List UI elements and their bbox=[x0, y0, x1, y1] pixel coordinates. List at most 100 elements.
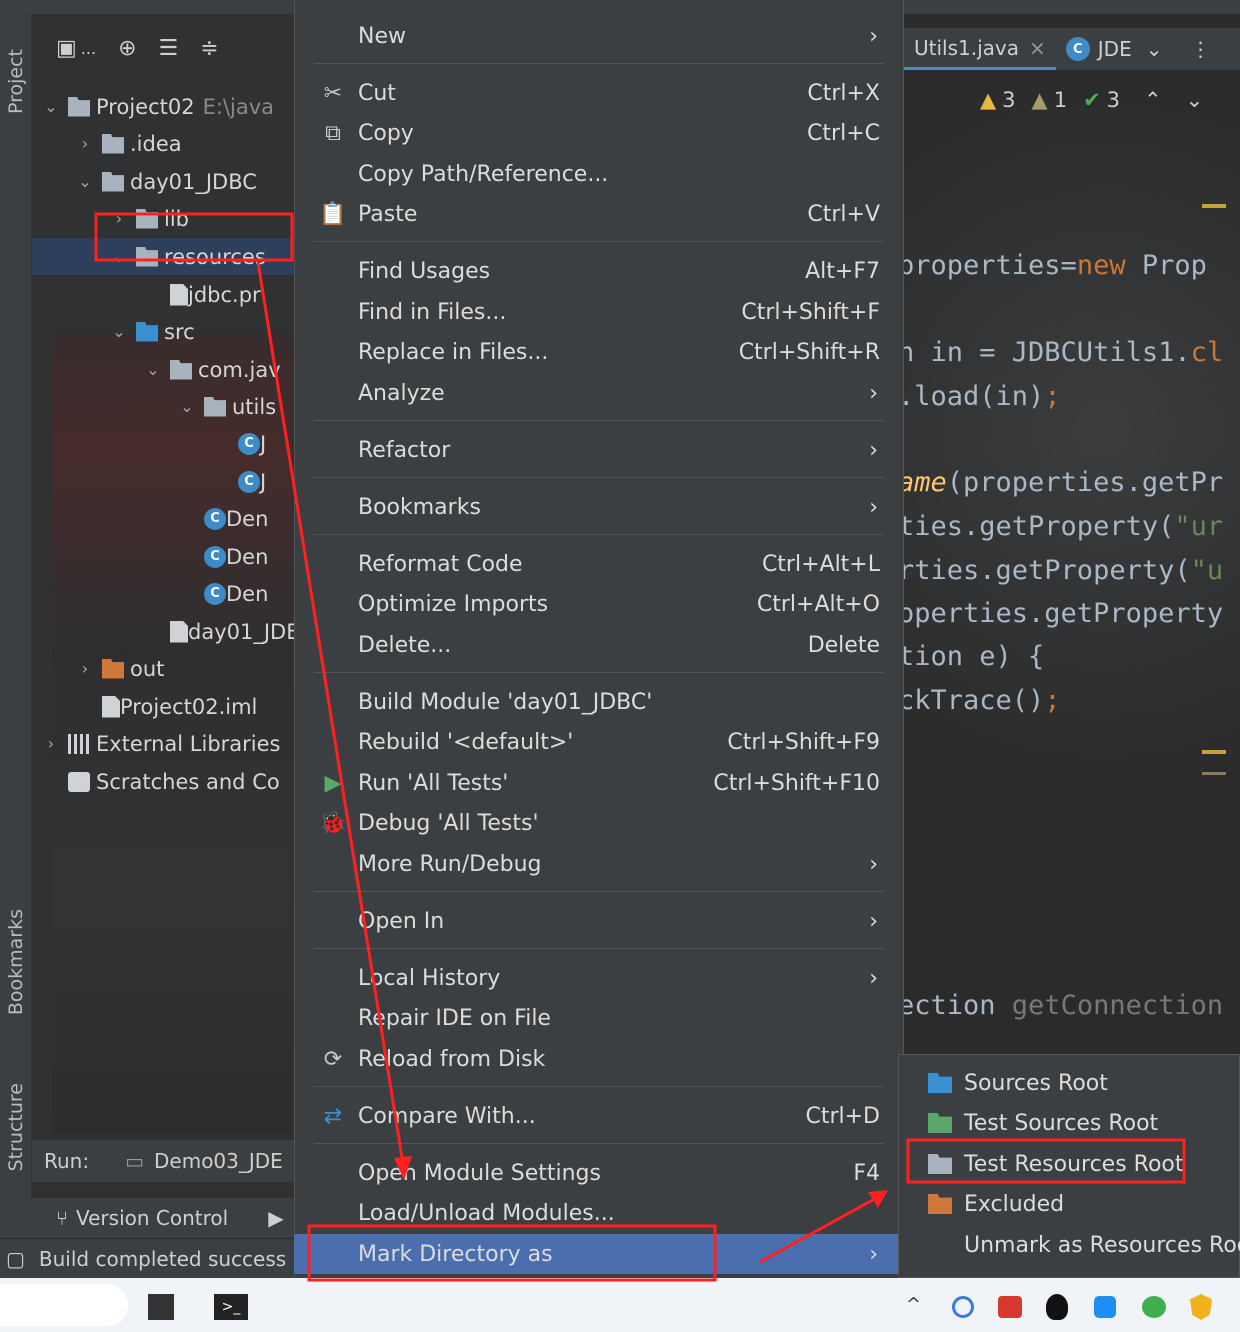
menu-item-shortcut: Ctrl+D bbox=[805, 1103, 880, 1129]
menu-item-open-module-settings[interactable]: Open Module Settings F4 bbox=[294, 1153, 904, 1193]
tree-node[interactable]: › out bbox=[32, 650, 294, 687]
tree-node[interactable]: CJ bbox=[32, 425, 294, 462]
tree-node[interactable]: ⌄ utils bbox=[32, 388, 294, 425]
submenu-item-test-resources-root[interactable]: Test Resources Root bbox=[898, 1144, 1240, 1184]
code-line: ties.getProperty("ur bbox=[898, 511, 1223, 542]
submenu-item-unmark-as-resources-root[interactable]: Unmark as Resources Root bbox=[898, 1225, 1240, 1265]
menu-item-icon: ⇄ bbox=[323, 1103, 343, 1129]
chevron-right-icon: › bbox=[869, 437, 878, 463]
tray-bluetooth-icon[interactable] bbox=[1094, 1296, 1116, 1318]
menu-item-build-module-day01-jdbc[interactable]: Build Module 'day01_JDBC' bbox=[294, 682, 904, 722]
chevron-icon[interactable]: ⌄ bbox=[40, 97, 62, 116]
tree-node[interactable]: ⌄ com.jav bbox=[32, 351, 294, 388]
close-icon[interactable]: × bbox=[1029, 36, 1046, 60]
expand-all-icon[interactable]: ☰ bbox=[159, 36, 179, 61]
status-toggle-icon[interactable]: ▢ bbox=[6, 1247, 25, 1271]
chevron-right-icon: › bbox=[869, 1241, 878, 1267]
bookmarks-tool-tab[interactable]: Bookmarks bbox=[0, 882, 32, 1042]
menu-item-bookmarks[interactable]: Bookmarks › bbox=[294, 487, 904, 527]
tree-node-label: resources bbox=[164, 244, 266, 269]
run-config-name[interactable]: Demo03_JDE bbox=[154, 1149, 283, 1173]
editor-tab-active[interactable]: Utils1.java × bbox=[904, 28, 1056, 70]
menu-item-run-all-tests[interactable]: ▶ Run 'All Tests' Ctrl+Shift+F10 bbox=[294, 763, 904, 803]
menu-item-paste[interactable]: 📋 Paste Ctrl+V bbox=[294, 194, 904, 234]
chevron-icon[interactable]: ⌄ bbox=[108, 247, 130, 266]
tray-vpn-icon[interactable] bbox=[998, 1296, 1022, 1318]
menu-item-rebuild-default[interactable]: Rebuild '<default>' Ctrl+Shift+F9 bbox=[294, 722, 904, 762]
menu-item-compare-with[interactable]: ⇄ Compare With... Ctrl+D bbox=[294, 1096, 904, 1136]
taskbar-search[interactable] bbox=[0, 1284, 128, 1326]
more-options-icon[interactable]: ⋮ bbox=[1190, 37, 1210, 61]
tree-node[interactable]: ⌄ Project02 E:\java bbox=[32, 88, 294, 125]
menu-item-copy[interactable]: ⧉ Copy Ctrl+C bbox=[294, 113, 904, 153]
tray-expand-icon[interactable]: ^ bbox=[906, 1294, 921, 1315]
menu-item-analyze[interactable]: Analyze › bbox=[294, 373, 904, 413]
previous-highlight-icon[interactable]: ⌃ bbox=[1144, 88, 1162, 112]
tree-node[interactable]: C Den bbox=[32, 500, 294, 537]
project-tool-tab[interactable]: Project bbox=[0, 32, 32, 132]
chevron-icon[interactable]: › bbox=[74, 659, 96, 678]
chevron-icon[interactable]: ⌄ bbox=[108, 322, 130, 341]
menu-separator bbox=[314, 1086, 884, 1087]
qq-icon[interactable] bbox=[1046, 1294, 1068, 1320]
menu-item-copy-path-reference[interactable]: Copy Path/Reference... bbox=[294, 154, 904, 194]
chevron-icon[interactable]: ⌄ bbox=[74, 172, 96, 191]
terminal-icon[interactable]: >_ bbox=[214, 1294, 248, 1320]
tree-node[interactable]: › .idea bbox=[32, 125, 294, 162]
menu-item-open-in[interactable]: Open In › bbox=[294, 901, 904, 941]
tree-node[interactable]: › lib bbox=[32, 200, 294, 237]
menu-item-more-run-debug[interactable]: More Run/Debug › bbox=[294, 844, 904, 884]
tray-app-icon[interactable] bbox=[952, 1296, 974, 1318]
run-label: Run: bbox=[44, 1149, 90, 1173]
tree-node[interactable]: C Den bbox=[32, 538, 294, 575]
menu-item-delete[interactable]: Delete... Delete bbox=[294, 625, 904, 665]
view-mode-ellipsis: ... bbox=[80, 38, 97, 58]
submenu-item-test-sources-root[interactable]: Test Sources Root bbox=[898, 1103, 1240, 1143]
collapse-all-icon[interactable]: ≑ bbox=[200, 36, 218, 61]
chevron-icon[interactable]: ⌄ bbox=[142, 360, 164, 379]
tree-node[interactable]: ⌄ day01_JDBC bbox=[32, 163, 294, 200]
menu-item-reformat-code[interactable]: Reformat Code Ctrl+Alt+L bbox=[294, 544, 904, 584]
menu-item-repair-ide-on-file[interactable]: Repair IDE on File bbox=[294, 998, 904, 1038]
inspection-widget[interactable]: ▲ 3 ▲ 1 ✔ 3 ⌃ ⌄ bbox=[980, 82, 1203, 118]
menu-item-new[interactable]: New › bbox=[294, 16, 904, 56]
next-highlight-icon[interactable]: ⌄ bbox=[1186, 88, 1204, 112]
wechat-icon[interactable] bbox=[1142, 1296, 1166, 1318]
menu-item-find-usages[interactable]: Find Usages Alt+F7 bbox=[294, 251, 904, 291]
submenu-item-sources-root[interactable]: Sources Root bbox=[898, 1063, 1240, 1103]
tree-node[interactable]: C Den bbox=[32, 575, 294, 612]
tree-node[interactable]: › External Libraries bbox=[32, 725, 294, 762]
run-tab-icon[interactable]: ▶ bbox=[268, 1206, 283, 1230]
chevron-icon[interactable]: › bbox=[108, 209, 130, 228]
chevron-icon[interactable]: › bbox=[40, 734, 62, 753]
editor-tab[interactable]: C JDE bbox=[1065, 37, 1132, 61]
menu-item-reload-from-disk[interactable]: ⟳ Reload from Disk bbox=[294, 1039, 904, 1079]
menu-item-replace-in-files[interactable]: Replace in Files... Ctrl+Shift+R bbox=[294, 332, 904, 372]
tree-node[interactable]: ⌄ src bbox=[32, 313, 294, 350]
menu-item-debug-all-tests[interactable]: 🐞 Debug 'All Tests' bbox=[294, 803, 904, 843]
tree-node[interactable]: day01_JDB bbox=[32, 613, 294, 650]
menu-item-refactor[interactable]: Refactor › bbox=[294, 430, 904, 470]
menu-item-optimize-imports[interactable]: Optimize Imports Ctrl+Alt+O bbox=[294, 584, 904, 624]
chevron-icon[interactable]: ⌄ bbox=[176, 397, 198, 416]
structure-tool-tab[interactable]: Structure bbox=[0, 1062, 32, 1192]
menu-item-cut[interactable]: ✂ Cut Ctrl+X bbox=[294, 73, 904, 113]
code-line: .load(in); bbox=[898, 381, 1061, 412]
security-shield-icon[interactable] bbox=[1190, 1294, 1212, 1320]
tree-node[interactable]: Scratches and Co bbox=[32, 763, 294, 800]
tree-node[interactable]: CJ bbox=[32, 463, 294, 500]
task-view-icon[interactable] bbox=[148, 1294, 174, 1320]
tree-node[interactable]: ⌄ resources bbox=[32, 238, 294, 275]
menu-item-local-history[interactable]: Local History › bbox=[294, 958, 904, 998]
submenu-item-excluded[interactable]: Excluded bbox=[898, 1184, 1240, 1224]
menu-item-mark-directory-as[interactable]: Mark Directory as › bbox=[294, 1234, 904, 1274]
menu-item-load-unload-modules[interactable]: Load/Unload Modules... bbox=[294, 1193, 904, 1233]
view-mode-icon[interactable]: ▣ bbox=[56, 36, 77, 61]
version-control-tab[interactable]: Version Control bbox=[76, 1206, 228, 1230]
tree-node[interactable]: jdbc.pr bbox=[32, 276, 294, 313]
locate-icon[interactable]: ⊕ bbox=[118, 36, 136, 61]
tree-node[interactable]: Project02.iml bbox=[32, 688, 294, 725]
chevron-down-icon[interactable]: ⌄ bbox=[1146, 37, 1163, 61]
chevron-icon[interactable]: › bbox=[74, 134, 96, 153]
menu-item-find-in-files[interactable]: Find in Files... Ctrl+Shift+F bbox=[294, 292, 904, 332]
